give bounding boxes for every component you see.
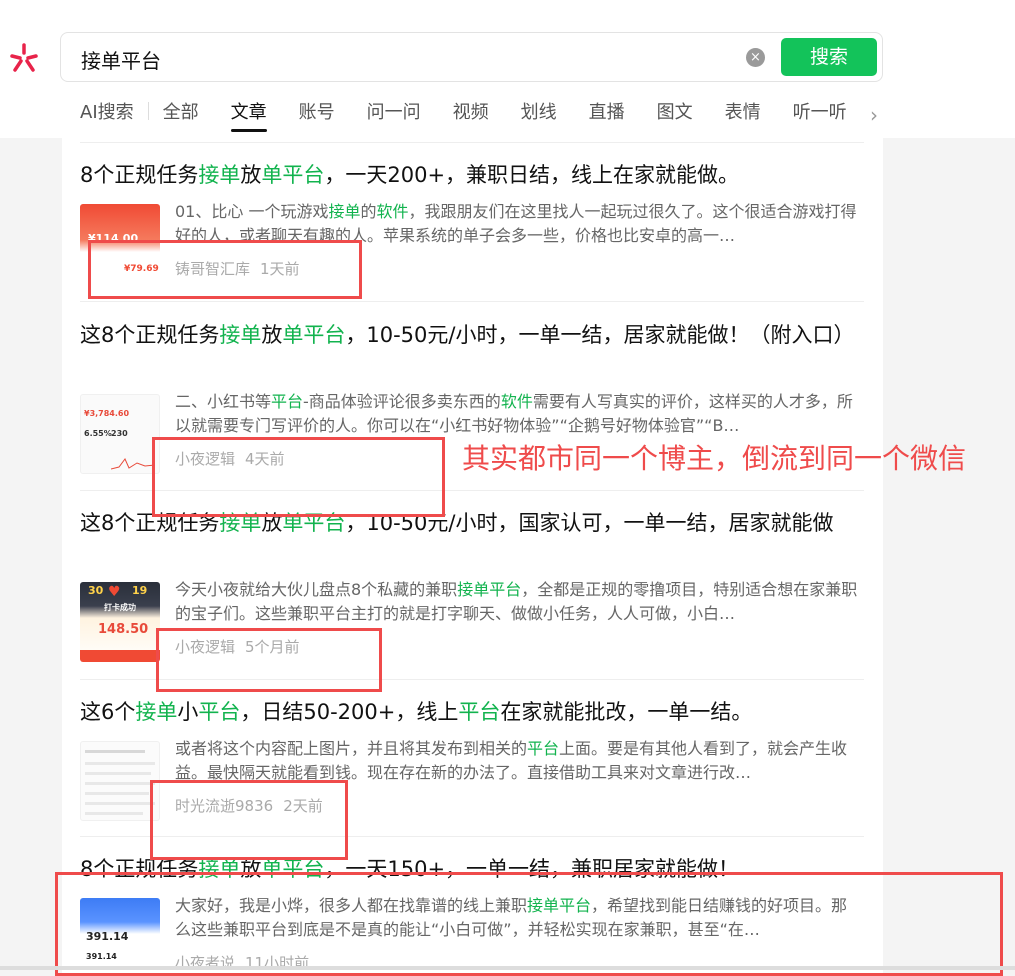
tab-articles[interactable]: 文章: [230, 98, 267, 132]
divider: [80, 301, 864, 302]
annotation-box: [156, 628, 382, 692]
thumb-text: 19: [132, 584, 148, 597]
result-thumbnail[interactable]: [80, 741, 160, 821]
text-segment: -商品体验评论很多卖东西的: [303, 392, 501, 411]
top-bar: 接单平台 × 搜索 AI搜索 全部 文章 账号 问一问 视频 划线 直播 图文 …: [0, 0, 1015, 138]
keyword-highlight: 接单: [135, 700, 178, 724]
thumb-text: ¥3,784.60: [84, 409, 130, 418]
keyword-highlight: 单平台: [282, 323, 346, 347]
text-segment: 这6个: [80, 700, 136, 724]
sparkline-icon: [111, 458, 156, 470]
thumb-text: 6.55%: [84, 429, 112, 438]
keyword-highlight: 接单平台: [457, 580, 522, 599]
tab-listen[interactable]: 听一听: [793, 98, 847, 132]
search-box[interactable]: 接单平台 × 搜索: [60, 32, 883, 82]
thumb-line: [85, 812, 143, 815]
text-segment: 二、小红书等: [175, 392, 272, 411]
text-segment: ，日结50-200+，线上: [240, 700, 459, 724]
annotation-box: [88, 240, 362, 299]
keyword-highlight: 软件: [500, 392, 533, 411]
thumb-text: 230: [111, 429, 128, 438]
tab-underline[interactable]: 划线: [521, 98, 557, 132]
keyword-highlight: 平台: [198, 700, 241, 724]
thumb-text: 30: [88, 584, 104, 597]
keyword-highlight: 接单: [198, 163, 241, 187]
tab-ask[interactable]: 问一问: [367, 98, 421, 132]
keyword-highlight: 接单: [328, 202, 361, 221]
search-button[interactable]: 搜索: [781, 38, 877, 76]
keyword-highlight: 平台: [271, 392, 304, 411]
app-logo-icon[interactable]: [8, 42, 40, 74]
result-snippet: 今天小夜就给大伙儿盘点8个私藏的兼职接单平台，全都是正规的零撸项目，特别适合想在…: [175, 578, 863, 626]
text-segment: 或者将这个内容配上图片，并且将其发布到相关的: [175, 739, 528, 758]
keyword-highlight: 单平台: [261, 163, 325, 187]
chevron-right-icon[interactable]: ›: [870, 103, 878, 127]
tab-ai-search[interactable]: AI搜索: [80, 98, 134, 132]
keyword-highlight: 软件: [376, 202, 409, 221]
result-title[interactable]: 8个正规任务接单放单平台，一天200+，兼职日结，线上在家就能做。: [80, 160, 864, 191]
result-snippet: 或者将这个内容配上图片，并且将其发布到相关的平台上面。要是有其他人看到了，就会产…: [175, 737, 863, 785]
tab-all[interactable]: 全部: [163, 98, 199, 132]
tab-video[interactable]: 视频: [453, 98, 489, 132]
text-segment: ，10-50元/小时，一单一结，居家就能做！（附入口）: [345, 323, 855, 347]
thumb-line: [85, 762, 155, 765]
keyword-highlight: 平台: [527, 739, 560, 758]
annotation-box: [55, 872, 1003, 976]
result-snippet: 二、小红书等平台-商品体验评论很多卖东西的软件需要有人写真实的评价，这样买的人才…: [175, 390, 863, 438]
text-segment: 01、比心 一个玩游戏: [175, 202, 329, 221]
annotation-box: [152, 437, 445, 517]
bottom-divider: [0, 966, 1015, 970]
annotation-text: 其实都市同一个博主，倒流到同一个微信: [462, 442, 967, 475]
thumb-line: [85, 772, 151, 775]
tab-image-text[interactable]: 图文: [657, 98, 693, 132]
tab-stickers[interactable]: 表情: [725, 98, 761, 132]
text-segment: 小: [177, 700, 199, 724]
text-segment: 在家就能批改，一单一结。: [500, 700, 753, 724]
thumb-line: [85, 782, 155, 785]
thumb-text: 148.50: [98, 622, 149, 637]
tab-accounts[interactable]: 账号: [299, 98, 335, 132]
divider: [80, 142, 864, 143]
tab-live[interactable]: 直播: [589, 98, 625, 132]
text-segment: ，一天200+，兼职日结，线上在家就能做。: [324, 163, 740, 187]
keyword-highlight: 接单: [219, 323, 262, 347]
text-segment: 的: [360, 202, 377, 221]
annotation-box: [150, 780, 348, 860]
text-segment: 今天小夜就给大伙儿盘点8个私藏的兼职: [175, 580, 458, 599]
text-segment: 放: [240, 163, 262, 187]
thumb-line: [85, 750, 145, 753]
text-segment: 放: [261, 323, 283, 347]
search-input[interactable]: 接单平台: [81, 45, 161, 74]
thumb-text: 打卡成功: [104, 603, 136, 612]
category-tabs: AI搜索 全部 文章 账号 问一问 视频 划线 直播 图文 表情 听一听: [80, 98, 879, 132]
keyword-highlight: 平台: [458, 700, 501, 724]
thumb-bar: [80, 650, 160, 662]
result-title[interactable]: 这8个正规任务接单放单平台，10-50元/小时，一单一结，居家就能做！（附入口）: [80, 320, 864, 351]
tab-divider: [147, 102, 149, 120]
result-thumbnail[interactable]: 30 19 ♥ 打卡成功 148.50: [80, 582, 160, 662]
heart-eyes-icon: ♥: [108, 584, 121, 600]
text-segment: 8个正规任务: [80, 163, 199, 187]
thumb-line: [85, 802, 155, 805]
result-title[interactable]: 这6个接单小平台，日结50-200+，线上平台在家就能批改，一单一结。: [80, 697, 864, 728]
clear-icon[interactable]: ×: [746, 48, 765, 67]
result-thumbnail[interactable]: ¥3,784.60 6.55% 230: [80, 394, 160, 474]
text-segment: 这8个正规任务: [80, 323, 220, 347]
thumb-line: [85, 792, 149, 795]
